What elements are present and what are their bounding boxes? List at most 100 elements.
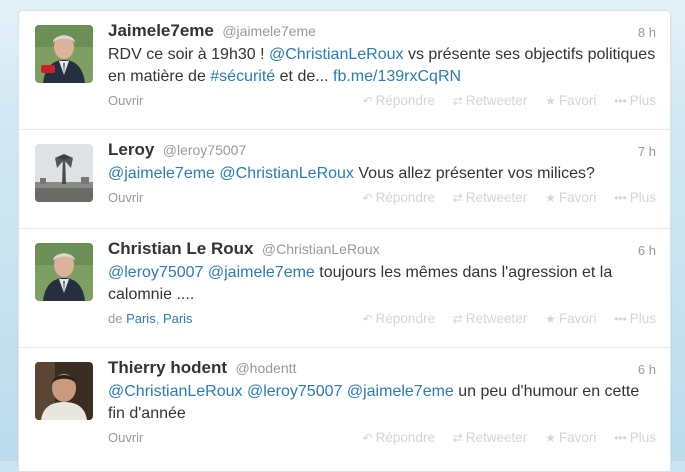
avatar[interactable] (35, 243, 93, 301)
tweet-actions: ↶ Répondre ⇄ Retweeter ★ Favori ••• Plus (349, 93, 656, 108)
favorite-button[interactable]: ★ Favori (545, 430, 596, 445)
tweet-text: @jaimele7eme @ChristianLeRoux Vous allez… (108, 163, 656, 185)
reply-icon: ↶ (362, 312, 373, 326)
tweet-fullname[interactable]: Christian Le Roux (108, 239, 253, 258)
tweet-text-segment: Vous allez présenter vos milices? (353, 165, 595, 182)
reply-button[interactable]: ↶ Répondre (363, 311, 435, 326)
location-separator: , (155, 311, 163, 326)
more-label: Plus (629, 190, 656, 205)
retweet-icon: ⇄ (452, 431, 463, 445)
tweet-timestamp[interactable]: 6 h (638, 243, 656, 258)
more-icon: ••• (614, 191, 627, 205)
retweet-label: Retweeter (465, 190, 528, 205)
reply-icon: ↶ (362, 191, 373, 205)
open-link[interactable]: Ouvrir (108, 93, 143, 108)
tweet-username[interactable]: @leroy75007 (163, 142, 247, 158)
avatar[interactable] (35, 144, 93, 202)
avatar[interactable] (35, 25, 93, 83)
reply-label: Répondre (375, 311, 435, 326)
mention-link[interactable]: @leroy75007 (108, 264, 203, 281)
tweet-timestamp[interactable]: 8 h (638, 25, 656, 40)
tweet[interactable]: Leroy @leroy75007 7 h @jaimele7eme @Chri… (19, 130, 670, 229)
favorite-label: Favori (558, 311, 597, 326)
tweet[interactable]: Thierry hodent @hodentt 6 h @ChristianLe… (19, 348, 670, 462)
favorite-button[interactable]: ★ Favori (545, 190, 596, 205)
favorite-label: Favori (558, 93, 597, 108)
tweet-timestamp[interactable]: 7 h (638, 144, 656, 159)
mention-link[interactable]: @ChristianLeRoux (269, 46, 404, 63)
mention-link[interactable]: @jaimele7eme (108, 165, 215, 182)
politician-photo-icon (35, 243, 93, 301)
open-link[interactable]: Ouvrir (108, 430, 143, 445)
tweet-timeline: Jaimele7eme @jaimele7eme 8 h RDV ce soir… (18, 10, 671, 472)
retweet-button[interactable]: ⇄ Retweeter (453, 430, 528, 445)
man-photo-icon (35, 362, 93, 420)
tweet[interactable]: Jaimele7eme @jaimele7eme 8 h RDV ce soir… (19, 11, 670, 130)
tweet-username[interactable]: @ChristianLeRoux (262, 241, 380, 257)
favorite-button[interactable]: ★ Favori (545, 93, 596, 108)
location-link[interactable]: Paris (126, 311, 156, 326)
tweet-fullname[interactable]: Jaimele7eme (108, 21, 214, 40)
retweet-button[interactable]: ⇄ Retweeter (453, 311, 528, 326)
tweet-text: RDV ce soir à 19h30 ! @ChristianLeRoux v… (108, 44, 656, 88)
reply-label: Répondre (375, 430, 435, 445)
more-icon: ••• (614, 94, 627, 108)
mention-link[interactable]: @leroy75007 (247, 383, 342, 400)
tweet-actions: ↶ Répondre ⇄ Retweeter ★ Favori ••• Plus (349, 430, 656, 445)
retweet-icon: ⇄ (452, 191, 463, 205)
tweet-text: @ChristianLeRoux @leroy75007 @jaimele7em… (108, 381, 656, 425)
favorite-label: Favori (558, 430, 597, 445)
tweet-username[interactable]: @hodentt (235, 360, 296, 376)
retweet-button[interactable]: ⇄ Retweeter (453, 190, 528, 205)
open-link[interactable]: Ouvrir (108, 190, 143, 205)
tweet[interactable]: Christian Le Roux @ChristianLeRoux 6 h @… (19, 229, 670, 348)
retweet-icon: ⇄ (452, 94, 463, 108)
politician-photo-icon (35, 25, 93, 83)
tweet-username[interactable]: @jaimele7eme (222, 23, 316, 39)
star-icon: ★ (545, 94, 556, 108)
more-icon: ••• (614, 431, 627, 445)
monument-photo-icon (35, 144, 93, 202)
tweet-text-segment: RDV ce soir à 19h30 ! (108, 46, 269, 63)
mention-link[interactable]: @ChristianLeRoux (219, 165, 354, 182)
more-button[interactable]: ••• Plus (614, 430, 656, 445)
tweet-actions: ↶ Répondre ⇄ Retweeter ★ Favori ••• Plus (349, 190, 656, 205)
retweet-label: Retweeter (465, 93, 528, 108)
more-button[interactable]: ••• Plus (614, 311, 656, 326)
location-link[interactable]: Paris (163, 311, 193, 326)
retweet-icon: ⇄ (452, 312, 463, 326)
star-icon: ★ (545, 312, 556, 326)
more-label: Plus (629, 430, 656, 445)
reply-label: Répondre (375, 190, 435, 205)
tweet-fullname[interactable]: Leroy (108, 140, 154, 159)
more-button[interactable]: ••• Plus (614, 93, 656, 108)
retweet-button[interactable]: ⇄ Retweeter (453, 93, 528, 108)
more-icon: ••• (614, 312, 627, 326)
favorite-label: Favori (558, 190, 597, 205)
url-link[interactable]: fb.me/139rxCqRN (333, 68, 461, 85)
avatar[interactable] (35, 362, 93, 420)
tweet-fullname[interactable]: Thierry hodent (108, 358, 227, 377)
hashtag-link[interactable]: #sécurité (210, 68, 275, 85)
retweet-label: Retweeter (465, 430, 528, 445)
mention-link[interactable]: @jaimele7eme (208, 264, 315, 281)
tweet-location: de Paris, Paris (108, 311, 193, 326)
reply-button[interactable]: ↶ Répondre (363, 190, 435, 205)
location-prefix: de (108, 311, 127, 326)
reply-button[interactable]: ↶ Répondre (363, 430, 435, 445)
mention-link[interactable]: @ChristianLeRoux (108, 383, 243, 400)
mention-link[interactable]: @jaimele7eme (347, 383, 454, 400)
tweet-actions: ↶ Répondre ⇄ Retweeter ★ Favori ••• Plus (349, 311, 656, 326)
reply-button[interactable]: ↶ Répondre (363, 93, 435, 108)
tweet-text-segment: et de... (275, 68, 334, 85)
reply-label: Répondre (375, 93, 435, 108)
star-icon: ★ (545, 431, 556, 445)
tweet-timestamp[interactable]: 6 h (638, 362, 656, 377)
more-label: Plus (629, 93, 656, 108)
reply-icon: ↶ (362, 431, 373, 445)
reply-icon: ↶ (362, 94, 373, 108)
retweet-label: Retweeter (465, 311, 528, 326)
more-button[interactable]: ••• Plus (614, 190, 656, 205)
more-label: Plus (629, 311, 656, 326)
favorite-button[interactable]: ★ Favori (545, 311, 596, 326)
